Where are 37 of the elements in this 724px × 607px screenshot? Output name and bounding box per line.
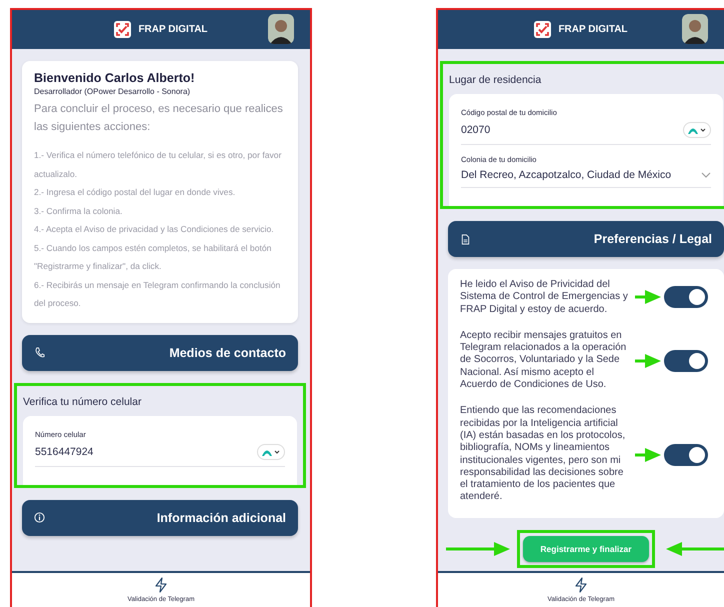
instruction-step: 6.- Recibirás un mensaje en Telegram confirmando la conclusión del proceso. [34, 276, 286, 312]
app-title: FRAP DIGITAL [138, 24, 208, 35]
status-dropdown[interactable] [257, 444, 285, 460]
logo-icon [534, 21, 552, 38]
chevron-down-icon [701, 172, 711, 178]
field-value: Del Recreo, Azcapotzalco, Ciudad de México [461, 169, 672, 181]
app-title: FRAP DIGITAL [558, 24, 628, 35]
field-value: 02070 [461, 124, 490, 136]
logo-icon [114, 21, 132, 38]
lightning-icon[interactable] [574, 577, 588, 593]
avatar-silhouette [682, 14, 708, 44]
intro-text: Para concluir el proceso, es necesario que realices las siguientes acciones: [34, 102, 284, 135]
toggle-switch[interactable] [664, 444, 708, 466]
instruction-step: 3.- Confirma la colonia. [34, 202, 286, 220]
avatar-silhouette [268, 14, 294, 44]
section-header-button[interactable]: Medios de contacto [22, 334, 298, 370]
consent-text: Acepto recibir mensajes gratuitos en Telegram relacionados a la operación de Socorros, Voluntariado y la Sede Nacional. Así mismo acepto el Acuerdo de Condiciones de Uso. [460, 330, 628, 392]
section-title: Verifica tu número celular [23, 394, 142, 410]
consent-text: He leido el Aviso de Privicidad del Sistema de Control de Emergencias y FRAP Digital y estoy de acuerdo. [460, 279, 629, 316]
lightning-icon[interactable] [154, 577, 168, 593]
section-header-button[interactable]: Información adicional [22, 500, 298, 536]
section-title: Lugar de residencia [449, 73, 542, 88]
user-role: Desarrollador (OPower Desarrollo - Sonora) [34, 87, 192, 96]
welcome-title: Bienvenido Carlos Alberto! [34, 71, 196, 85]
consent-text: Entiendo que las recomendaciones recibidas por la Inteligencia artificial (IA) están basadas en los protocolos, bibliografía, NOMs y lineamientos institucionales vigentes, pero son mi responsabilidad las decisiones sobre el tratamiento de los pacientes que atenderé. [460, 405, 626, 504]
document-icon [460, 234, 471, 244]
status-dropdown[interactable] [683, 122, 711, 138]
section-header-button[interactable]: Preferencias / Legal [448, 221, 724, 257]
instruction-step: 4.- Acepta el Aviso de privacidad y las Condiciones de servicio. [34, 220, 286, 238]
instruction-step: 2.- Ingresa el código postal del lugar en donde vives. [34, 183, 286, 202]
instruction-step: 5.- Cuando los campos estén completos, se habilitará el botón "Registrarme y finalizar", da click. [34, 238, 286, 276]
phone-icon [34, 347, 45, 358]
toggle-switch[interactable] [664, 286, 708, 308]
info-icon [34, 512, 45, 523]
instruction-step: 1.- Verifica el número telefónico de tu celular, si es otro, por favor actualizalo. [34, 146, 286, 183]
field-value: 5516447924 [35, 446, 94, 458]
toggle-switch[interactable] [664, 350, 708, 372]
